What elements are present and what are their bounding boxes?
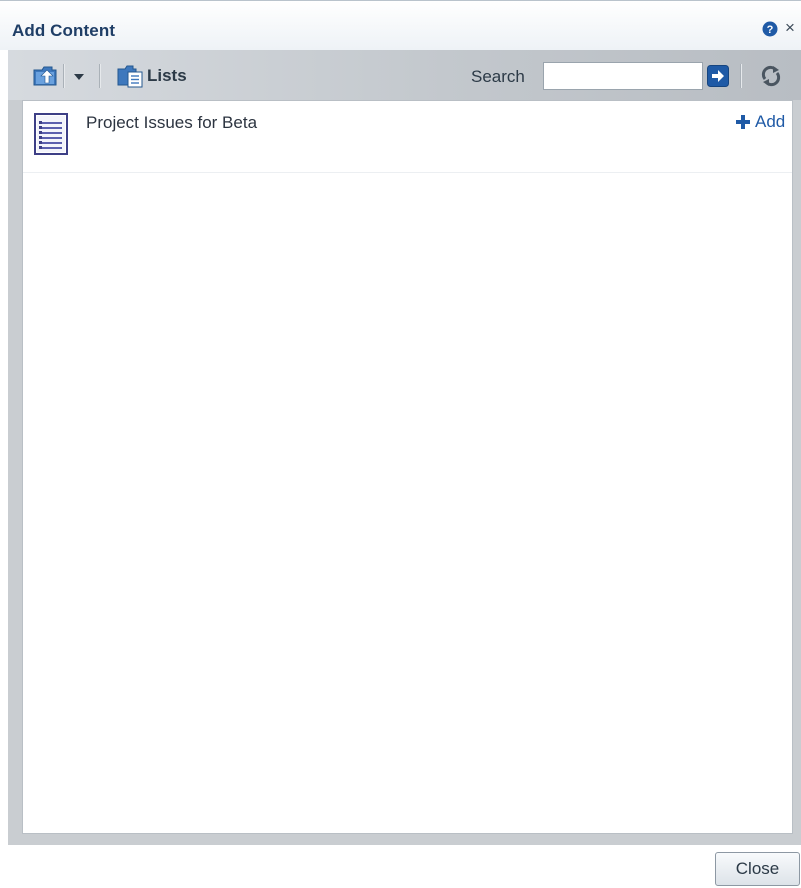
- folder-up-icon[interactable]: [32, 63, 60, 89]
- content-list: Project Issues for Beta Add: [22, 100, 793, 834]
- plus-icon: [736, 115, 750, 129]
- arrow-right-icon[interactable]: [707, 65, 729, 87]
- help-icon[interactable]: ?: [762, 21, 778, 37]
- search-input[interactable]: [543, 62, 703, 90]
- toolbar-separator: [99, 64, 101, 88]
- search-label: Search: [471, 67, 525, 86]
- close-button[interactable]: Close: [715, 852, 800, 886]
- add-content-dialog: Add Content ? × Lists Search Project Iss…: [0, 0, 801, 888]
- chevron-down-icon[interactable]: [68, 64, 90, 88]
- toolbar-separator: [740, 64, 742, 88]
- dialog-title-bar: [0, 0, 801, 50]
- add-button[interactable]: Add: [735, 110, 785, 134]
- lists-folder-icon: [117, 65, 143, 88]
- close-icon[interactable]: ×: [785, 18, 795, 38]
- list-item: Project Issues for Beta Add: [23, 101, 792, 173]
- refresh-icon[interactable]: [757, 62, 785, 90]
- svg-text:?: ?: [767, 24, 774, 36]
- lists-label[interactable]: Lists: [147, 66, 187, 86]
- add-label: Add: [755, 112, 786, 131]
- toolbar-separator: [63, 64, 65, 88]
- list-document-icon: [34, 113, 68, 155]
- dialog-title: Add Content: [12, 21, 116, 40]
- list-item-title: Project Issues for Beta: [86, 113, 258, 132]
